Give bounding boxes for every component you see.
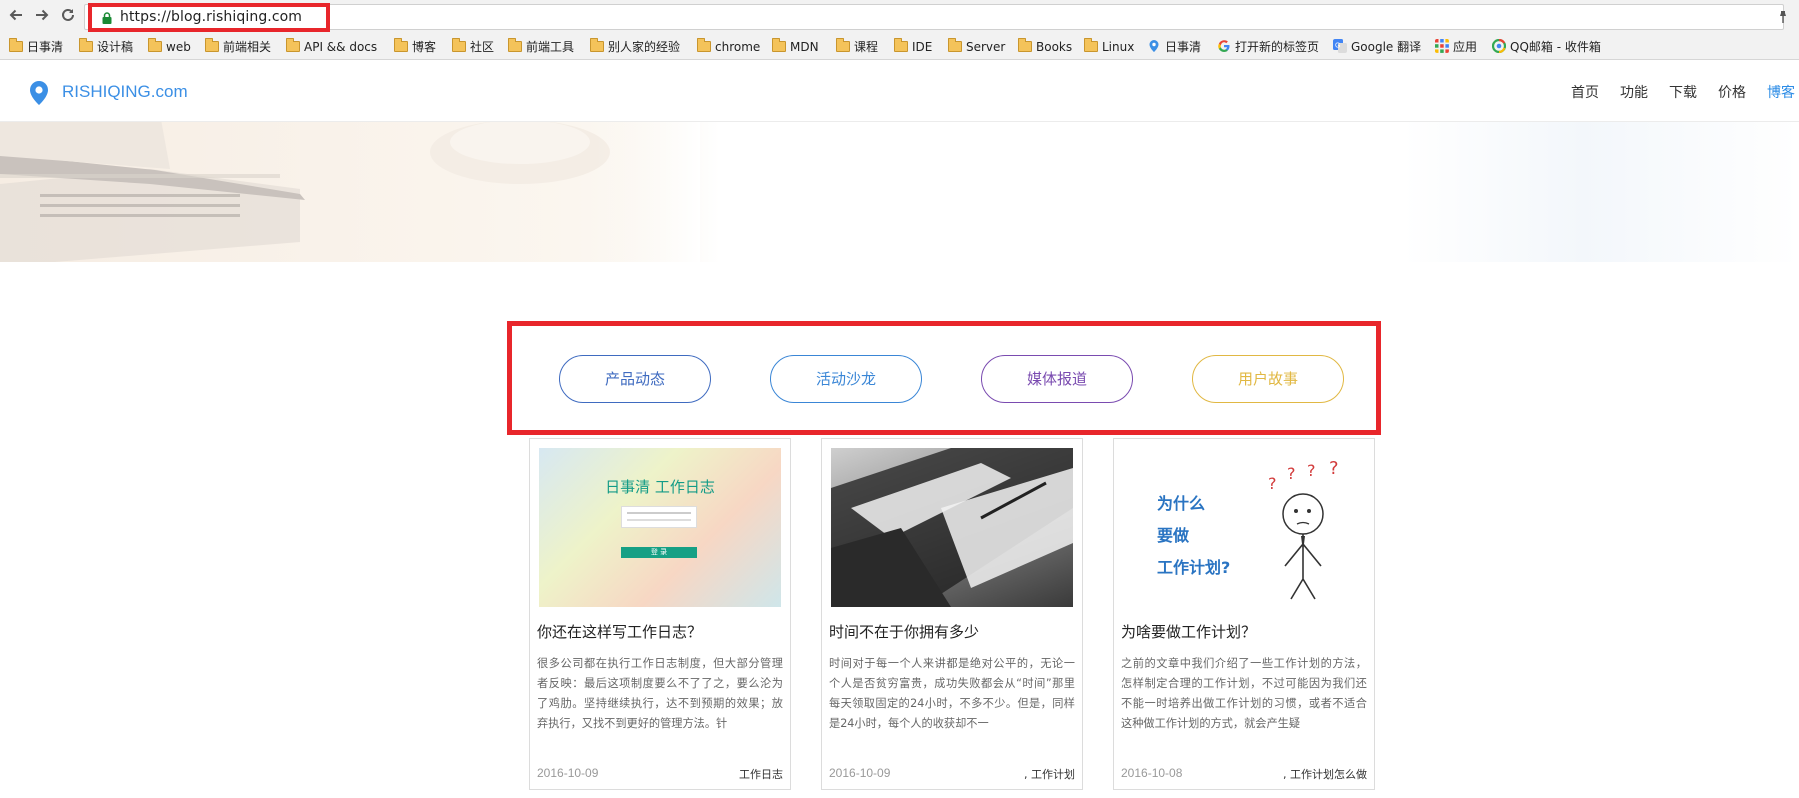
bookmark-folder[interactable]: Linux — [1084, 38, 1134, 56]
qq-mail-icon — [1492, 39, 1506, 53]
bookmark-folder[interactable]: web — [148, 38, 191, 56]
thumbnail-login-button: 登 录 — [621, 547, 697, 558]
folder-icon — [9, 38, 23, 52]
apps-grid-icon — [1435, 39, 1449, 53]
location-pin-logo-icon[interactable] — [28, 80, 50, 106]
bookmark-apps[interactable]: 应用 — [1435, 38, 1477, 56]
folder-icon — [394, 38, 408, 52]
article-title[interactable]: 为啥要做工作计划？ — [1121, 621, 1256, 642]
bookmarks-bar: 日事清 设计稿 web 前端相关 API && docs 博客 社区 前端工具 … — [0, 34, 1799, 60]
folder-icon — [894, 38, 908, 52]
nav-download[interactable]: 下载 — [1669, 82, 1697, 102]
address-bar[interactable] — [84, 4, 1784, 30]
site-logo-text[interactable]: RISHIQING.com — [62, 82, 188, 102]
thumbnail-title: 日事清 工作日志 — [605, 478, 715, 496]
google-icon — [1218, 40, 1230, 52]
article-date: 2016-10-08 — [1121, 766, 1183, 780]
url-text[interactable]: https://blog.rishiqing.com — [120, 9, 302, 25]
article-thumbnail: 为什么 要做 工作计划? ? ? ? ? — [1123, 448, 1365, 607]
bookmark-qq-mail[interactable]: QQ邮箱 - 收件箱 — [1492, 38, 1601, 56]
article-tag[interactable]: 工作日志 — [739, 766, 783, 782]
article-card[interactable]: 为什么 要做 工作计划? ? ? ? ? 为啥要做工作计划？ 之前的文章中我们介… — [1113, 438, 1375, 790]
bookmark-folder[interactable]: 前端工具 — [508, 38, 574, 56]
folder-icon — [948, 38, 962, 52]
folder-icon — [1018, 38, 1032, 52]
bookmark-folder[interactable]: Server — [948, 38, 1005, 56]
folder-icon — [836, 38, 850, 52]
pin-icon[interactable] — [1776, 10, 1790, 24]
nav-pricing[interactable]: 价格 — [1718, 82, 1746, 102]
category-events[interactable]: 活动沙龙 — [770, 355, 922, 403]
category-product-news[interactable]: 产品动态 — [559, 355, 711, 403]
article-card[interactable]: 时间不在于你拥有多少 时间对于每一个人来讲都是绝对公平的，无论一个人是否贫穷富贵… — [821, 438, 1083, 790]
reload-icon — [62, 8, 74, 21]
bookmark-folder[interactable]: 前端相关 — [205, 38, 271, 56]
bookmark-folder[interactable]: 课程 — [836, 38, 878, 56]
laptop-coffee-photo — [0, 122, 700, 262]
category-media[interactable]: 媒体报道 — [981, 355, 1133, 403]
bookmark-folder[interactable]: Books — [1018, 38, 1072, 56]
nav-home[interactable]: 首页 — [1571, 82, 1599, 102]
article-title[interactable]: 时间不在于你拥有多少 — [829, 621, 979, 642]
thumbnail-caption: 为什么 要做 工作计划? — [1157, 494, 1231, 577]
article-excerpt: 之前的文章中我们介绍了一些工作计划的方法，怎样制定合理的工作计划，不过可能因为我… — [1121, 657, 1367, 730]
folder-icon — [1084, 38, 1098, 52]
article-thumbnail: 日事清 工作日志 登 录 — [539, 448, 781, 607]
notebook-photo — [831, 448, 1073, 607]
hero-banner — [0, 122, 1799, 262]
article-title[interactable]: 你还在这样写工作日志？ — [537, 621, 702, 642]
forward-button[interactable] — [32, 7, 52, 27]
folder-icon — [697, 38, 711, 52]
folder-icon — [452, 38, 466, 52]
article-card[interactable]: 日事清 工作日志 登 录 你还在这样写工作日志？ 很多公司都在执行工作日志制度，… — [529, 438, 791, 790]
bookmark-folder[interactable]: 别人家的经验 — [590, 38, 680, 56]
thumbnail-form — [621, 506, 697, 528]
bookmark-google-translate[interactable]: G Google 翻译 — [1333, 38, 1421, 56]
folder-icon — [205, 38, 219, 52]
article-tag[interactable]: , 工作计划怎么做 — [1283, 766, 1367, 782]
bookmark-folder[interactable]: MDN — [772, 38, 819, 56]
bookmark-folder[interactable]: 设计稿 — [79, 38, 133, 56]
folder-icon — [772, 38, 786, 52]
svg-text:?: ? — [1287, 464, 1296, 483]
bookmark-folder[interactable]: chrome — [697, 38, 760, 56]
bookmark-folder[interactable]: 博客 — [394, 38, 436, 56]
site-header: RISHIQING.com 首页 功能 下载 价格 博客 — [0, 60, 1799, 122]
nav-features[interactable]: 功能 — [1620, 82, 1648, 102]
folder-icon — [286, 38, 300, 52]
location-pin-icon — [1149, 40, 1159, 52]
folder-icon — [508, 38, 522, 52]
svg-text:?: ? — [1268, 474, 1277, 493]
svg-text:?: ? — [1329, 458, 1339, 479]
article-date: 2016-10-09 — [829, 766, 891, 780]
article-thumbnail — [831, 448, 1073, 607]
bookmark-rishiqing[interactable]: 日事清 — [1147, 38, 1201, 56]
bookmark-new-tab[interactable]: 打开新的标签页 — [1217, 38, 1319, 56]
category-user-stories[interactable]: 用户故事 — [1192, 355, 1344, 403]
article-excerpt: 很多公司都在执行工作日志制度，但大部分管理者反映：最后这项制度要么不了了之，要么… — [537, 657, 783, 730]
folder-icon — [79, 38, 93, 52]
arrow-right-icon — [36, 9, 49, 21]
article-tag[interactable]: , 工作计划 — [1024, 766, 1075, 782]
thinking-figure-icon: ? ? ? ? — [1268, 458, 1339, 600]
translate-icon: G — [1333, 39, 1347, 53]
article-date: 2016-10-09 — [537, 766, 599, 780]
reload-button[interactable] — [58, 7, 78, 27]
nav-blog[interactable]: 博客 — [1767, 82, 1795, 102]
article-excerpt: 时间对于每一个人来讲都是绝对公平的，无论一个人是否贫穷富贵，成功失败都会从“时间… — [829, 657, 1075, 730]
svg-text:?: ? — [1307, 461, 1316, 480]
bookmark-folder[interactable]: 日事清 — [9, 38, 63, 56]
bookmark-folder[interactable]: 社区 — [452, 38, 494, 56]
bookmark-folder[interactable]: IDE — [894, 38, 932, 56]
folder-icon — [148, 38, 162, 52]
bookmark-folder[interactable]: API && docs — [286, 38, 377, 56]
folder-icon — [590, 38, 604, 52]
arrow-left-icon — [9, 9, 22, 21]
browser-toolbar: https://blog.rishiqing.com — [0, 0, 1799, 34]
svg-text:G: G — [1335, 43, 1340, 50]
back-button[interactable] — [6, 7, 26, 27]
lock-icon — [102, 12, 112, 24]
